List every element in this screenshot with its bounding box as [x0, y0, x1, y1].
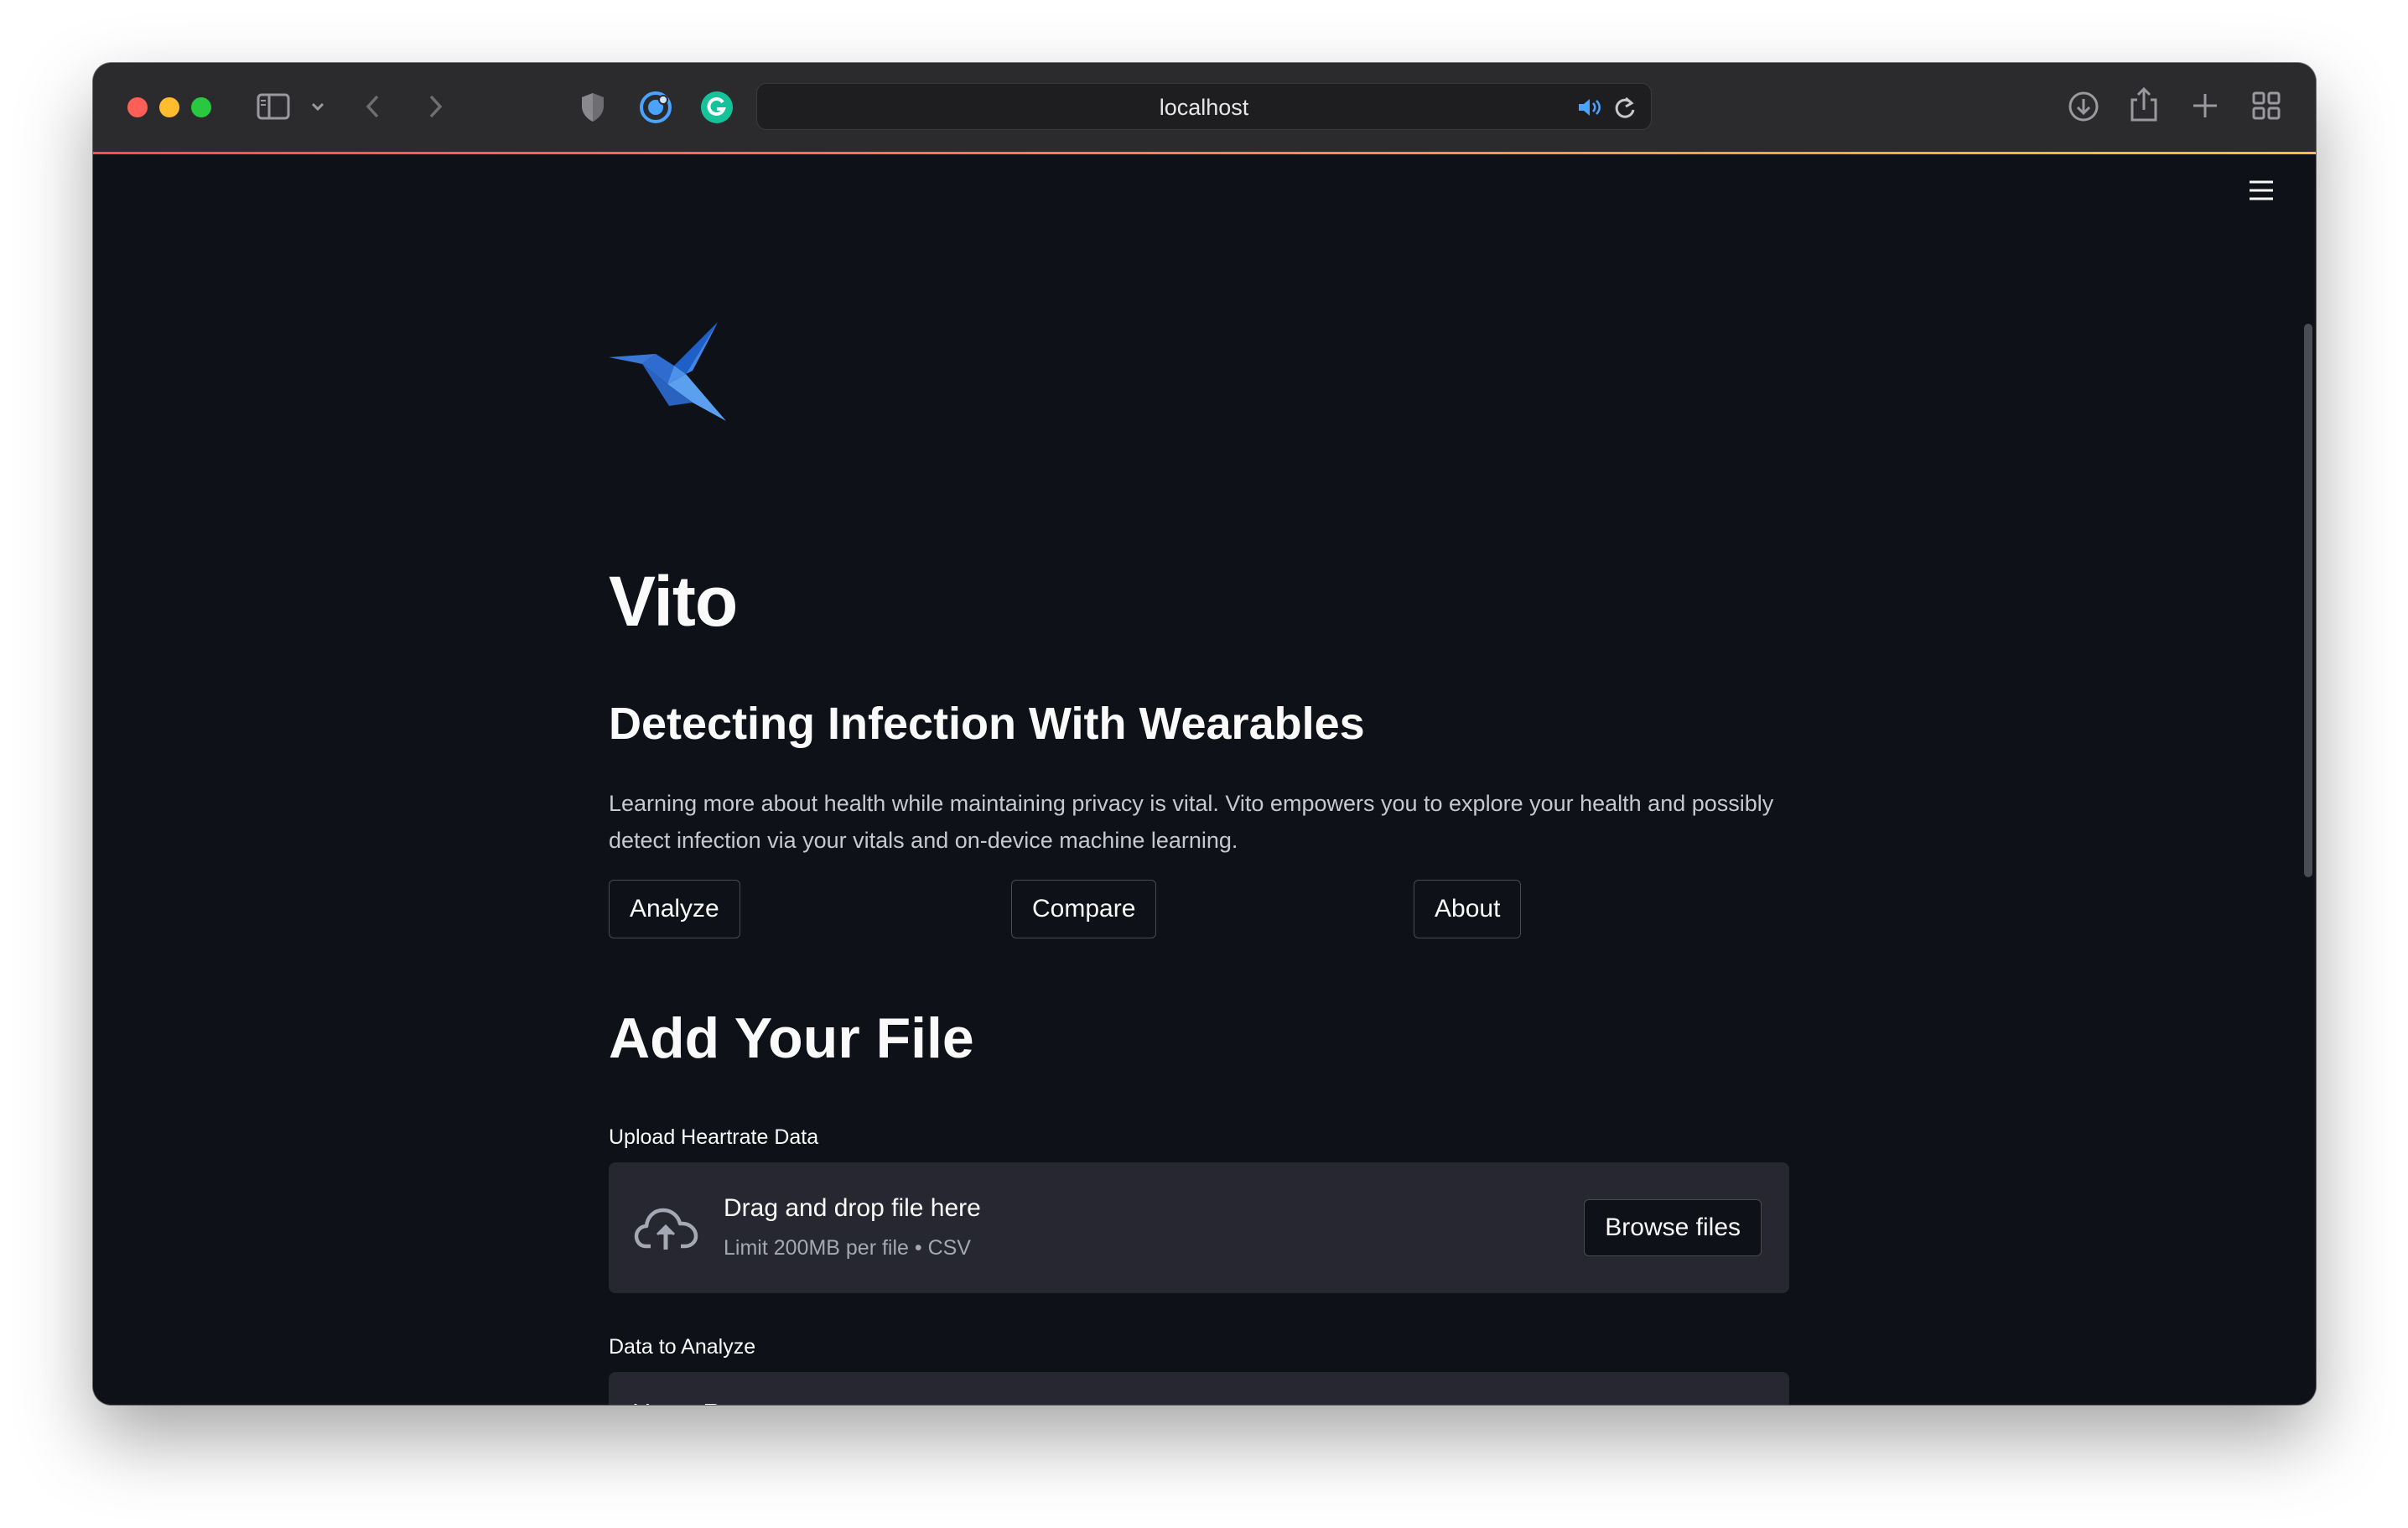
compare-button[interactable]: Compare — [1011, 880, 1157, 938]
sidebar-toggle-icon[interactable] — [257, 91, 290, 122]
browse-files-button[interactable]: Browse files — [1584, 1199, 1762, 1256]
minimize-window-button[interactable] — [159, 97, 179, 117]
app-description: Learning more about health while maintai… — [609, 791, 1774, 853]
browser-toolbar: localhost — [93, 63, 2316, 152]
reload-icon[interactable] — [1613, 95, 1637, 120]
dropzone-title: Drag and drop file here — [724, 1194, 981, 1222]
analyze-select-label: Data to Analyze — [609, 1335, 756, 1359]
upload-label: Upload Heartrate Data — [609, 1125, 819, 1149]
new-tab-plus-icon[interactable] — [2190, 91, 2220, 121]
app-title: Vito — [609, 562, 738, 641]
hamburger-menu-icon[interactable] — [2249, 179, 2274, 205]
privacy-shield-icon[interactable] — [579, 91, 606, 123]
share-icon[interactable] — [2129, 86, 2159, 123]
speaker-icon[interactable] — [1576, 96, 1603, 119]
file-dropzone[interactable]: Drag and drop file here Limit 200MB per … — [609, 1162, 1789, 1293]
url-text: localhost — [1159, 95, 1249, 120]
grammarly-icon[interactable] — [700, 91, 734, 124]
dropzone-limit: Limit 200MB per file • CSV — [724, 1236, 971, 1260]
address-bar[interactable]: localhost — [756, 83, 1652, 130]
chevron-down-icon[interactable] — [309, 98, 326, 115]
upload-heading: Add Your File — [609, 1006, 974, 1070]
hummingbird-logo — [609, 322, 734, 431]
about-button[interactable]: About — [1414, 880, 1522, 938]
downloads-icon[interactable] — [2067, 90, 2100, 123]
scrollbar-thumb[interactable] — [2304, 324, 2312, 877]
app-content: Vito Detecting Infection With Wearables … — [93, 154, 2316, 1405]
tab-overview-icon[interactable] — [2251, 91, 2281, 121]
cloud-upload-icon — [634, 1203, 699, 1257]
zoom-window-button[interactable] — [191, 97, 211, 117]
browser-window: localhost Vito Detecting Infection With … — [93, 63, 2316, 1405]
select-value: Heart Rate — [632, 1372, 758, 1405]
page-scrollbar[interactable] — [2302, 188, 2316, 1405]
app-subtitle: Detecting Infection With Wearables — [609, 699, 1365, 749]
extension-icon[interactable] — [638, 90, 673, 125]
data-to-analyze-select[interactable]: Heart Rate — [609, 1372, 1789, 1405]
back-icon[interactable] — [363, 93, 383, 120]
close-window-button[interactable] — [127, 97, 148, 117]
forward-icon[interactable] — [425, 93, 445, 120]
analyze-button[interactable]: Analyze — [609, 880, 740, 938]
